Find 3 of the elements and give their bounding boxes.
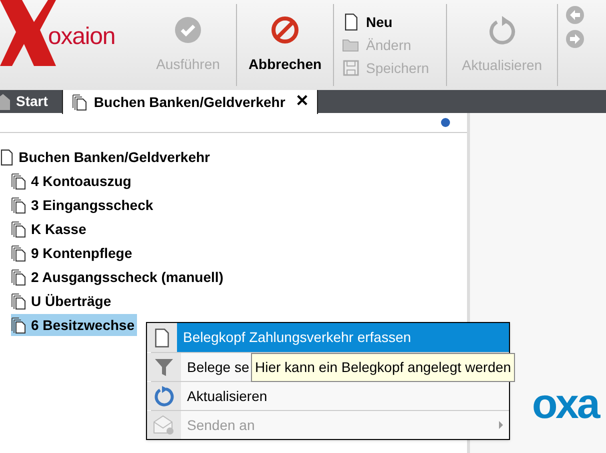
- logo-text: oxaion: [48, 22, 116, 52]
- brand-text: oxa: [532, 383, 600, 425]
- tooltip: Hier kann ein Belegkopf angelegt werden: [251, 353, 516, 382]
